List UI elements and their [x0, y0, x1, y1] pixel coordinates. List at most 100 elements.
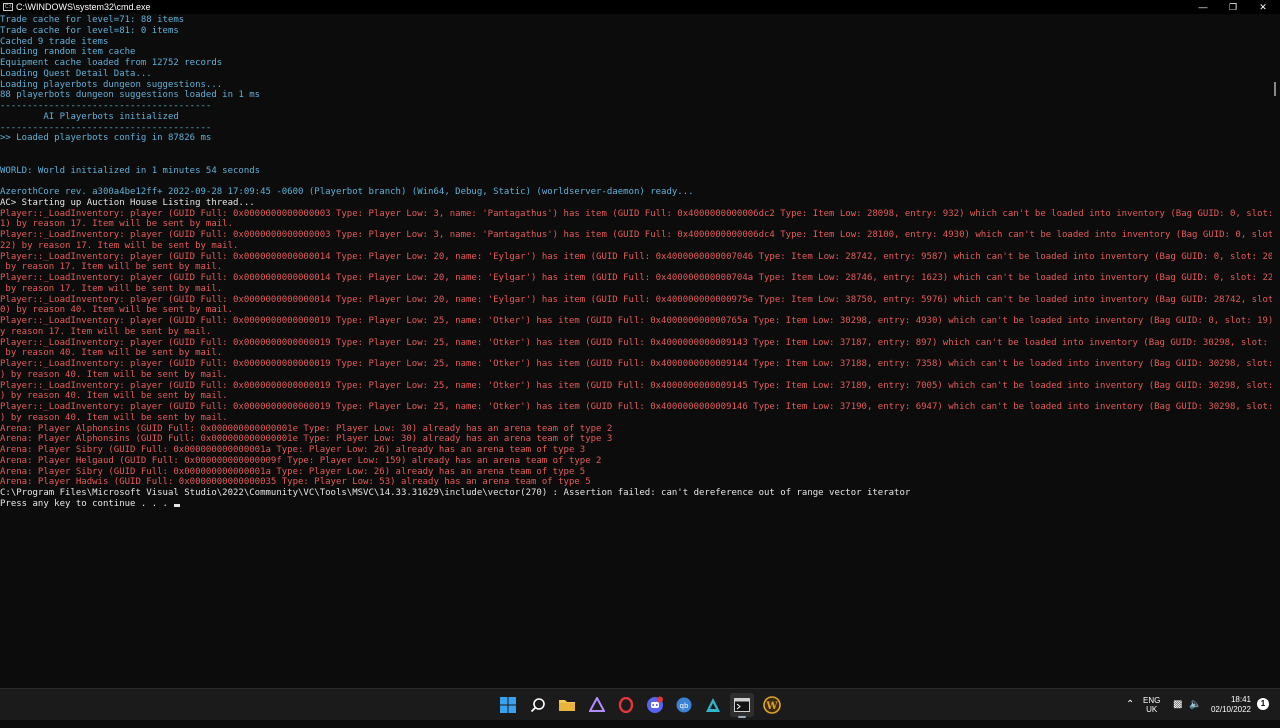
chevron-up-icon[interactable]: ⌃: [1126, 699, 1134, 710]
console-line-text: ---------------------------------------: [0, 101, 212, 111]
console-line: Press any key to continue . . .: [0, 499, 1272, 510]
minimize-icon: —: [1198, 2, 1208, 12]
console-line-text: 1) by reason 17. Item will be sent by ma…: [0, 219, 233, 230]
console-line-text: ) by reason 40. Item will be sent by mai…: [0, 412, 228, 423]
console-line-text: Trade cache for level=71: 88 items: [0, 15, 185, 25]
taskbar: qb W ⌃ ENG UK ▩ 🔈 18:41 02/10/2022 1: [0, 688, 1280, 720]
triangle-app-icon: [589, 697, 605, 713]
wow-logo-icon: W: [763, 696, 781, 714]
text-cursor: [174, 503, 181, 507]
console-line: Trade cache for level=71: 88 items: [0, 15, 1272, 26]
console-line: AI Playerbots initialized: [0, 112, 1272, 123]
console-line-text: Player::_LoadInventory: player (GUID Ful…: [0, 208, 1272, 219]
search-button[interactable]: [528, 695, 548, 715]
file-explorer-button[interactable]: [557, 695, 577, 715]
console-line: Trade cache for level=81: 0 items: [0, 26, 1272, 37]
console-line-text: Loading playerbots dungeon suggestions..…: [0, 79, 223, 90]
teal-triangle-icon: [705, 697, 721, 713]
qbittorrent-button[interactable]: qb: [674, 695, 694, 715]
svg-text:qb: qb: [680, 702, 689, 710]
console-line: by reason 17. Item will be sent by mail.: [0, 262, 1272, 273]
console-line-text: by reason 17. Item will be sent by mail.: [0, 283, 223, 294]
console-line: ) by reason 40. Item will be sent by mai…: [0, 413, 1272, 424]
app-teal-button[interactable]: [703, 695, 723, 715]
app-triangle-button[interactable]: [587, 695, 607, 715]
console-line-text: AI Playerbots initialized: [0, 111, 179, 122]
console-line: Player::_LoadInventory: player (GUID Ful…: [0, 338, 1272, 349]
qbittorrent-icon: qb: [676, 697, 692, 713]
console-line: 88 playerbots dungeon suggestions loaded…: [0, 90, 1272, 101]
search-icon: [530, 697, 546, 713]
notification-badge[interactable]: 1: [1257, 698, 1269, 710]
console-line-text: Arena: Player Hadwis (GUID Full: 0x00000…: [0, 477, 591, 488]
console-line: 22) by reason 17. Item will be sent by m…: [0, 241, 1272, 252]
network-icon[interactable]: ▩: [1173, 699, 1182, 710]
terminal-icon: [734, 698, 750, 712]
volume-icon[interactable]: 🔈: [1189, 699, 1201, 710]
wow-button[interactable]: W: [762, 695, 782, 715]
console-line-text: by reason 40. Item will be sent by mail.: [0, 348, 223, 359]
console-line: Player::_LoadInventory: player (GUID Ful…: [0, 316, 1272, 327]
console-line-text: Player::_LoadInventory: player (GUID Ful…: [0, 316, 1272, 326]
console-line-text: ) by reason 40. Item will be sent by mai…: [0, 391, 228, 402]
clock[interactable]: 18:41 02/10/2022: [1207, 695, 1251, 727]
cmd-app-icon: C:\: [3, 3, 13, 11]
console-line-text: Player::_LoadInventory: player (GUID Ful…: [0, 230, 1272, 240]
console-line-text: WORLD: World initialized in 1 minutes 54…: [0, 165, 261, 176]
folder-icon: [558, 697, 576, 713]
console-line: Player::_LoadInventory: player (GUID Ful…: [0, 359, 1272, 370]
console-line-text: Player::_LoadInventory: player (GUID Ful…: [0, 273, 1272, 283]
restore-button[interactable]: ❐: [1218, 0, 1248, 14]
console-line: Arena: Player Sibry (GUID Full: 0x000000…: [0, 467, 1272, 478]
console-line-text: Loading random item cache: [0, 47, 136, 58]
minimize-button[interactable]: —: [1188, 0, 1218, 14]
console-line-text: Player::_LoadInventory: player (GUID Ful…: [0, 294, 1272, 305]
discord-button[interactable]: [645, 695, 665, 715]
console-line: AzerothCore rev. a300a4be12ff+ 2022-09-2…: [0, 187, 1272, 198]
console-line-text: Player::_LoadInventory: player (GUID Ful…: [0, 251, 1272, 262]
console-line: Player::_LoadInventory: player (GUID Ful…: [0, 273, 1272, 284]
console-line: Arena: Player Hadwis (GUID Full: 0x00000…: [0, 477, 1272, 488]
console-line: >> Loaded playerbots config in 87826 ms: [0, 133, 1272, 144]
window-title: C:\WINDOWS\system32\cmd.exe: [16, 2, 151, 12]
console-line: Arena: Player Alphonsins (GUID Full: 0x0…: [0, 434, 1272, 445]
opera-icon: [618, 697, 634, 713]
console-line-text: Arena: Player Alphonsins (GUID Full: 0x0…: [0, 434, 613, 445]
console-line: Loading random item cache: [0, 47, 1272, 58]
console-line-text: AC> Starting up Auction House Listing th…: [0, 197, 255, 208]
console-line-text: ) by reason 40. Item will be sent by mai…: [0, 369, 228, 380]
console-line: WORLD: World initialized in 1 minutes 54…: [0, 166, 1272, 177]
console-line: Arena: Player Sibry (GUID Full: 0x000000…: [0, 445, 1272, 456]
console-line: Player::_LoadInventory: player (GUID Ful…: [0, 252, 1272, 263]
title-bar[interactable]: C:\ C:\WINDOWS\system32\cmd.exe — ❐ ✕: [0, 0, 1280, 14]
start-button[interactable]: [498, 695, 518, 715]
scroll-thumb[interactable]: [1274, 82, 1276, 96]
language-indicator[interactable]: ENG UK: [1143, 696, 1160, 728]
console-scrollbar[interactable]: [1272, 15, 1280, 687]
console-line-text: Player::_LoadInventory: player (GUID Ful…: [0, 359, 1272, 369]
console-line: Player::_LoadInventory: player (GUID Ful…: [0, 402, 1272, 413]
console-line-text: Arena: Player Sibry (GUID Full: 0x000000…: [0, 445, 586, 455]
console-line: Loading playerbots dungeon suggestions..…: [0, 80, 1272, 91]
console-line-text: C:\Program Files\Microsoft Visual Studio…: [0, 488, 911, 498]
close-button[interactable]: ✕: [1248, 0, 1278, 14]
console-line: Arena: Player Helgaud (GUID Full: 0x0000…: [0, 456, 1272, 467]
console-line-text: 88 playerbots dungeon suggestions loaded…: [0, 90, 261, 101]
console-line-text: Player::_LoadInventory: player (GUID Ful…: [0, 337, 1272, 348]
clock-date: 02/10/2022: [1210, 705, 1251, 714]
opera-button[interactable]: [616, 695, 636, 715]
close-icon: ✕: [1259, 2, 1267, 12]
cmd-button[interactable]: [730, 693, 754, 718]
console-line: Loading Quest Detail Data...: [0, 69, 1272, 80]
console-line: Cached 9 trade items: [0, 37, 1272, 48]
console-line-text: 0) by reason 40. Item will be sent by ma…: [0, 305, 233, 316]
clock-time: 18:41: [1230, 695, 1251, 704]
console-line-text: Arena: Player Helgaud (GUID Full: 0x0000…: [0, 455, 602, 466]
console-line-text: Cached 9 trade items: [0, 36, 109, 47]
console-output[interactable]: Trade cache for level=71: 88 items Trade …: [0, 15, 1272, 687]
console-line: ) by reason 40. Item will be sent by mai…: [0, 391, 1272, 402]
console-line-text: Trade cache for level=81: 0 items: [0, 25, 179, 36]
